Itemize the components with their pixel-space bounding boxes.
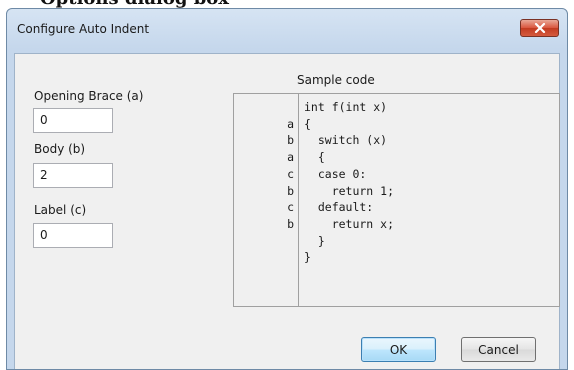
code-line: { — [304, 150, 325, 165]
close-icon — [534, 23, 546, 33]
code-line: switch (x) — [304, 133, 388, 148]
background-heading: Options dialog box — [40, 0, 229, 8]
indent-marker: b — [287, 216, 294, 231]
code-line: } — [304, 233, 325, 248]
dialog-client-area: Opening Brace (a) 0 Body (b) 2 Label (c)… — [14, 53, 560, 369]
configure-auto-indent-dialog: Configure Auto Indent Opening Brace (a) … — [6, 8, 568, 370]
ok-button[interactable]: OK — [361, 337, 436, 362]
indent-marker: c — [287, 200, 294, 215]
title-bar[interactable]: Configure Auto Indent — [7, 9, 567, 53]
opening-brace-label: Opening Brace (a) — [34, 89, 144, 103]
dialog-title: Configure Auto Indent — [17, 22, 150, 36]
close-button[interactable] — [520, 19, 559, 37]
code-line: int f(int x) — [304, 100, 388, 114]
background-window-strip: Options dialog box — [0, 0, 574, 8]
indent-marker: b — [287, 183, 294, 198]
sample-code-panel: int f(int x) { switch (x) { case 0: retur… — [298, 93, 560, 307]
code-line: return x; — [304, 216, 395, 231]
code-line: default: — [304, 200, 374, 215]
body-label: Body (b) — [34, 142, 86, 156]
body-input[interactable]: 2 — [33, 163, 113, 188]
code-line: { — [304, 116, 311, 131]
indent-marker-panel: abacbcb — [233, 93, 299, 307]
indent-marker: a — [287, 116, 294, 131]
label-indent-input[interactable]: 0 — [33, 223, 113, 248]
code-line: case 0: — [304, 166, 367, 181]
opening-brace-input[interactable]: 0 — [33, 108, 113, 133]
indent-marker: a — [287, 150, 294, 165]
cancel-button[interactable]: Cancel — [461, 337, 536, 362]
sample-code-heading: Sample code — [297, 73, 375, 87]
indent-marker: b — [287, 133, 294, 148]
code-line: return 1; — [304, 183, 395, 198]
code-line: } — [304, 250, 311, 265]
indent-marker: c — [287, 166, 294, 181]
label-indent-label: Label (c) — [34, 203, 87, 217]
